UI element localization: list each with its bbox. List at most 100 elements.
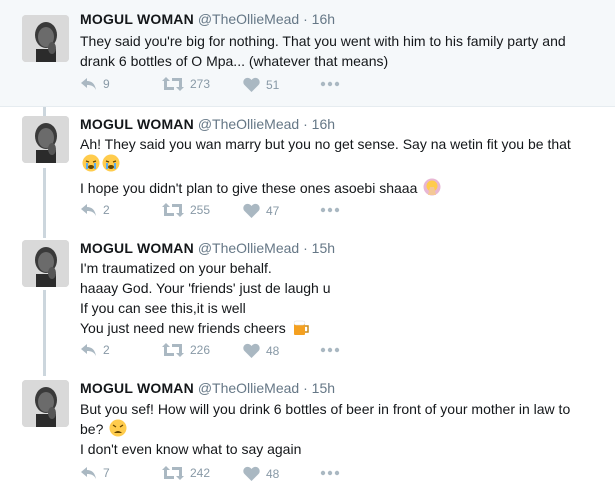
retweet-icon [162,203,184,217]
separator-dot: · [303,11,308,27]
more-icon [320,81,340,87]
tweet-header: MOGUL WOMAN @TheOllieMead · 16h [80,116,335,132]
reply-button[interactable]: 2 [80,343,110,357]
reply-button[interactable]: 7 [80,466,110,480]
tweet[interactable]: MOGUL WOMAN @TheOllieMead · 16h Ah! They… [0,107,615,230]
tweet-header: MOGUL WOMAN @TheOllieMead · 15h [80,240,335,256]
avatar-photo [22,380,69,427]
like-count: 51 [266,77,280,92]
reply-icon [81,344,96,356]
user-handle[interactable]: @TheOllieMead [198,240,299,256]
tweet-line: If you can see this,it is well [80,300,246,316]
like-button[interactable]: 47 [243,203,279,218]
like-button[interactable]: 51 [243,77,279,92]
like-button[interactable]: 48 [243,466,279,481]
heart-icon [243,466,260,481]
reply-count: 7 [103,466,110,480]
more-icon [320,470,340,476]
retweet-icon [162,466,184,480]
tweet-line: I don't even know what to say again [80,441,302,457]
tweet-line: drank 6 bottles of O Mpa... (whatever th… [80,53,389,69]
timestamp[interactable]: 15h [312,240,335,256]
tweet-line: But you sef! How will you drink 6 bottle… [80,401,571,417]
display-name[interactable]: MOGUL WOMAN [80,380,194,396]
tweet-line: haaay God. Your 'friends' just de laugh … [80,280,331,296]
retweet-icon [162,343,184,357]
like-count: 48 [266,466,280,481]
retweet-button[interactable]: 255 [162,203,210,217]
reply-icon [81,204,96,216]
tweet-line: be? [80,419,605,439]
avatar[interactable] [22,240,69,287]
avatar-photo [22,15,69,62]
more-options-button[interactable] [320,203,340,220]
reply-icon [81,467,96,479]
retweet-count: 242 [190,466,211,480]
more-icon [320,207,340,213]
display-name[interactable]: MOGUL WOMAN [80,116,194,132]
more-options-button[interactable] [320,466,340,483]
heart-icon [243,343,260,358]
reply-count: 9 [103,77,110,91]
tweet-line: They said you're big for nothing. That y… [80,33,566,49]
reply-button[interactable]: 2 [80,203,110,217]
reply-icon [81,78,96,90]
retweet-count: 226 [190,343,211,357]
display-name[interactable]: MOGUL WOMAN [80,240,194,256]
tweet[interactable]: MOGUL WOMAN @TheOllieMead · 16h They sai… [0,0,615,107]
tweet-text: They said you're big for nothing. That y… [80,31,605,71]
reply-button[interactable]: 9 [80,77,110,91]
like-count: 47 [266,203,280,218]
more-icon [320,347,340,353]
crying-face-emoji [82,154,100,172]
weary-face-emoji [109,419,127,437]
separator-dot: · [303,116,308,132]
avatar[interactable] [22,15,69,62]
tweet[interactable]: MOGUL WOMAN @TheOllieMead · 15h I'm trau… [0,230,615,370]
tweet-line-text: I hope you didn't plan to give these one… [80,180,418,196]
tweet-line [80,154,605,176]
tweet-line-text: You just need new friends cheers [80,320,286,336]
display-name[interactable]: MOGUL WOMAN [80,11,194,27]
reply-count: 2 [103,343,110,357]
retweet-count: 273 [190,77,211,91]
facepalm-emoji [423,178,441,196]
user-handle[interactable]: @TheOllieMead [198,116,299,132]
tweet-line: Ah! They said you wan marry but you no g… [80,136,571,152]
retweet-icon [162,77,184,91]
more-options-button[interactable] [320,77,340,94]
tweet[interactable]: MOGUL WOMAN @TheOllieMead · 15h But you … [0,370,615,490]
timestamp[interactable]: 15h [312,380,335,396]
tweet-line: You just need new friends cheers [80,318,605,338]
retweet-button[interactable]: 226 [162,343,210,357]
retweet-button[interactable]: 273 [162,77,210,91]
tweet-line-text: be? [80,421,104,437]
beer-mug-emoji [293,320,309,335]
tweet-line: I'm traumatized on your behalf. [80,260,272,276]
separator-dot: · [303,380,308,396]
avatar-photo [22,240,69,287]
separator-dot: · [303,240,308,256]
user-handle[interactable]: @TheOllieMead [198,380,299,396]
heart-icon [243,77,260,92]
reply-count: 2 [103,203,110,217]
more-options-button[interactable] [320,343,340,360]
retweet-count: 255 [190,203,211,217]
tweet-text: I'm traumatized on your behalf. haaay Go… [80,258,605,338]
like-button[interactable]: 48 [243,343,279,358]
avatar[interactable] [22,380,69,427]
user-handle[interactable]: @TheOllieMead [198,11,299,27]
heart-icon [243,203,260,218]
timestamp[interactable]: 16h [312,11,335,27]
tweet-text: But you sef! How will you drink 6 bottle… [80,399,605,459]
timestamp[interactable]: 16h [312,116,335,132]
like-count: 48 [266,343,280,358]
tweet-header: MOGUL WOMAN @TheOllieMead · 15h [80,380,335,396]
tweet-line: I hope you didn't plan to give these one… [80,178,605,198]
avatar[interactable] [22,116,69,163]
avatar-photo [22,116,69,163]
retweet-button[interactable]: 242 [162,466,210,480]
crying-face-emoji [102,154,120,172]
tweet-header: MOGUL WOMAN @TheOllieMead · 16h [80,11,335,27]
tweet-text: Ah! They said you wan marry but you no g… [80,134,605,198]
